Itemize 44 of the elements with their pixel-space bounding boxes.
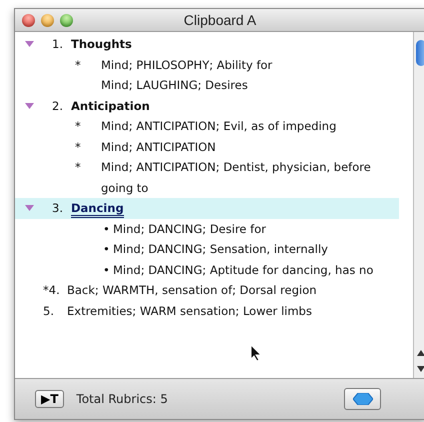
- entry-text: Mind; ANTICIPATION: [101, 138, 217, 156]
- scroll-thumb[interactable]: [416, 40, 424, 66]
- entry-text: Mind; DANCING; Desire for: [113, 220, 267, 238]
- scroll-bar[interactable]: [413, 32, 424, 378]
- disclosure-down-icon[interactable]: [25, 205, 34, 212]
- rubric-number: *4.: [43, 282, 61, 299]
- entry-marker: •: [103, 220, 111, 238]
- entry-text: Mind; DANCING; Sensation, internally: [113, 241, 329, 258]
- disclosure-down-icon[interactable]: [25, 41, 34, 48]
- entry-marker: *: [75, 159, 82, 176]
- entry-marker: *: [75, 56, 82, 74]
- rubric-row[interactable]: 1. Thoughts: [15, 34, 399, 54]
- rubric-number: 3.: [52, 200, 64, 217]
- text-button[interactable]: ▶T: [35, 390, 64, 408]
- rubric-text: Extremities; WARM sensation; Lower limbs: [67, 302, 312, 320]
- rubric-row[interactable]: 2. Anticipation: [15, 96, 399, 116]
- entry-marker: •: [103, 241, 111, 258]
- minimize-button[interactable]: [41, 14, 54, 26]
- toolbar-toggle-button[interactable]: [344, 388, 381, 410]
- rubric-title: Anticipation: [71, 98, 150, 114]
- entry-text: Mind; PHILOSOPHY; Ability for: [101, 56, 274, 74]
- rubric-number: 1.: [52, 36, 64, 53]
- rubric-number: 2.: [52, 98, 64, 114]
- scroll-up-icon[interactable]: [416, 350, 424, 356]
- disclosure-down-icon[interactable]: [25, 102, 34, 109]
- total-rubrics: Total Rubrics: 5: [76, 392, 168, 406]
- rubric-title: Dancing: [71, 201, 124, 218]
- entry-marker: *: [75, 138, 82, 156]
- zoom-button[interactable]: [60, 14, 73, 26]
- rubric-row[interactable]: 3. Dancing: [15, 198, 399, 218]
- entry-text: Mind; ANTICIPATION; Evil, as of impeding: [101, 118, 338, 135]
- hexagon-icon: [352, 393, 372, 405]
- rubric-text: Back; WARMTH, sensation of; Dorsal region: [67, 282, 317, 299]
- close-button[interactable]: [22, 14, 35, 26]
- entry-marker: *: [75, 118, 82, 135]
- rubric-title: Thoughts: [71, 36, 132, 53]
- entry-text: Mind; DANCING; Aptitude for dancing, has no: [113, 262, 374, 278]
- window-title: Clipboard A: [182, 12, 258, 28]
- rubric-number: 5.: [43, 302, 55, 320]
- mouse-pointer-icon: [250, 344, 262, 362]
- scroll-down-icon[interactable]: [416, 366, 424, 372]
- entry-text: Mind; LAUGHING; Desires: [101, 77, 249, 94]
- entry-text: Mind; ANTICIPATION; Dentist, physician, before going to: [101, 159, 372, 196]
- entry-marker: •: [103, 262, 111, 278]
